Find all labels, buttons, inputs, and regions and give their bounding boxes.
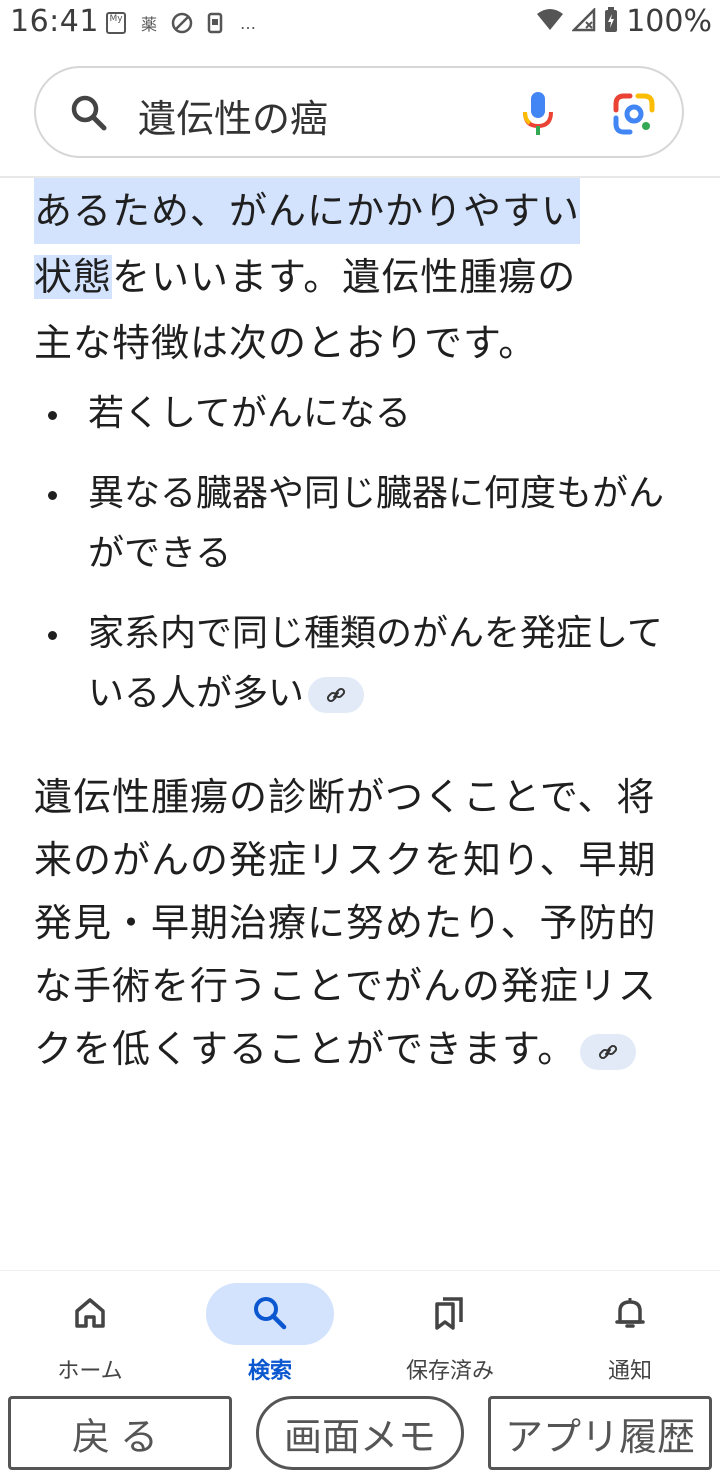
list-item: 若くしてがんになる (34, 384, 694, 444)
search-icon[interactable] (70, 94, 108, 136)
home-icon (75, 1298, 105, 1328)
battery-percent: 100% (626, 4, 712, 39)
highlighted-word: 状態 (34, 255, 113, 299)
list-item: 家系内で同じ種類のがんを発症している人が多い (34, 604, 694, 724)
pharmacy-icon: 薬 (140, 15, 157, 34)
status-time: 16:41 (10, 4, 99, 39)
nav-item-search[interactable]: 検索 (180, 1271, 360, 1391)
link-icon (599, 1044, 618, 1059)
source-link-button[interactable] (308, 677, 365, 713)
features-list: 若くしてがんになる 異なる臓器や同じ臓器に何度もがんができる 家系内で同じ種類の… (34, 384, 694, 724)
list-item: 異なる臓器や同じ臓器に何度もがんができる (34, 464, 694, 584)
nav-label-search: 検索 (247, 1359, 292, 1384)
search-input[interactable]: 遺伝性の癌 (138, 88, 328, 143)
nav-label-home: ホーム (57, 1359, 123, 1384)
app-notification-icon (170, 10, 194, 36)
status-right: 100% (536, 4, 712, 39)
nav-item-notifications[interactable]: 通知 (540, 1271, 720, 1391)
nav-item-saved[interactable]: 保存済み (360, 1271, 540, 1391)
more-dots-icon: … (240, 13, 256, 33)
microphone-icon[interactable] (522, 90, 554, 142)
status-left-icons: My 薬 … (104, 10, 260, 36)
status-bar: 16:41 My 薬 … 100% (0, 0, 720, 50)
source-link-button[interactable] (580, 1033, 637, 1070)
search-icon (254, 1297, 287, 1330)
highlighted-text: あるため、がんにかかりやすい (34, 178, 581, 244)
battery-icon (604, 6, 618, 37)
device-icon (203, 10, 227, 36)
nav-label-saved: 保存済み (405, 1359, 494, 1384)
back-button[interactable]: 戻る (8, 1396, 232, 1470)
bell-icon (615, 1298, 645, 1328)
my-au-icon: My (104, 10, 128, 36)
bookmarks-icon (435, 1297, 463, 1330)
link-icon (326, 687, 346, 703)
wifi-icon (536, 8, 564, 36)
screen-memo-button[interactable]: 画面メモ (256, 1396, 464, 1470)
paragraph-intro-text-2: 主な特徴は次のとおりです。 (34, 321, 538, 365)
nav-item-home[interactable]: ホーム (0, 1271, 180, 1391)
bottom-navigation: ホーム 検索 保存済み 通知 (0, 1270, 720, 1391)
paragraph-intro-text: をいいます。遺伝性腫瘍の (112, 255, 577, 299)
paragraph-diagnosis: 遺伝性腫瘍の診断がつくことで、将来のがんの発症リスクを知り、早期発見・早期治療に… (34, 775, 657, 1071)
search-bar[interactable]: 遺伝性の癌 (34, 66, 684, 158)
recent-apps-button[interactable]: アプリ履歴 (488, 1396, 712, 1470)
nav-label-notifications: 通知 (607, 1359, 652, 1384)
signal-icon (571, 6, 596, 36)
system-navigation-bar: 戻る 画面メモ アプリ履歴 (0, 1390, 720, 1480)
google-lens-icon[interactable] (612, 92, 656, 140)
article-content: あるため、がんにかかりやすい 状態をいいます。遺伝性腫瘍の 主な特徴は次のとおり… (34, 178, 694, 1119)
paragraph-intro: あるため、がんにかかりやすい 状態をいいます。遺伝性腫瘍の 主な特徴は次のとおり… (34, 178, 694, 376)
